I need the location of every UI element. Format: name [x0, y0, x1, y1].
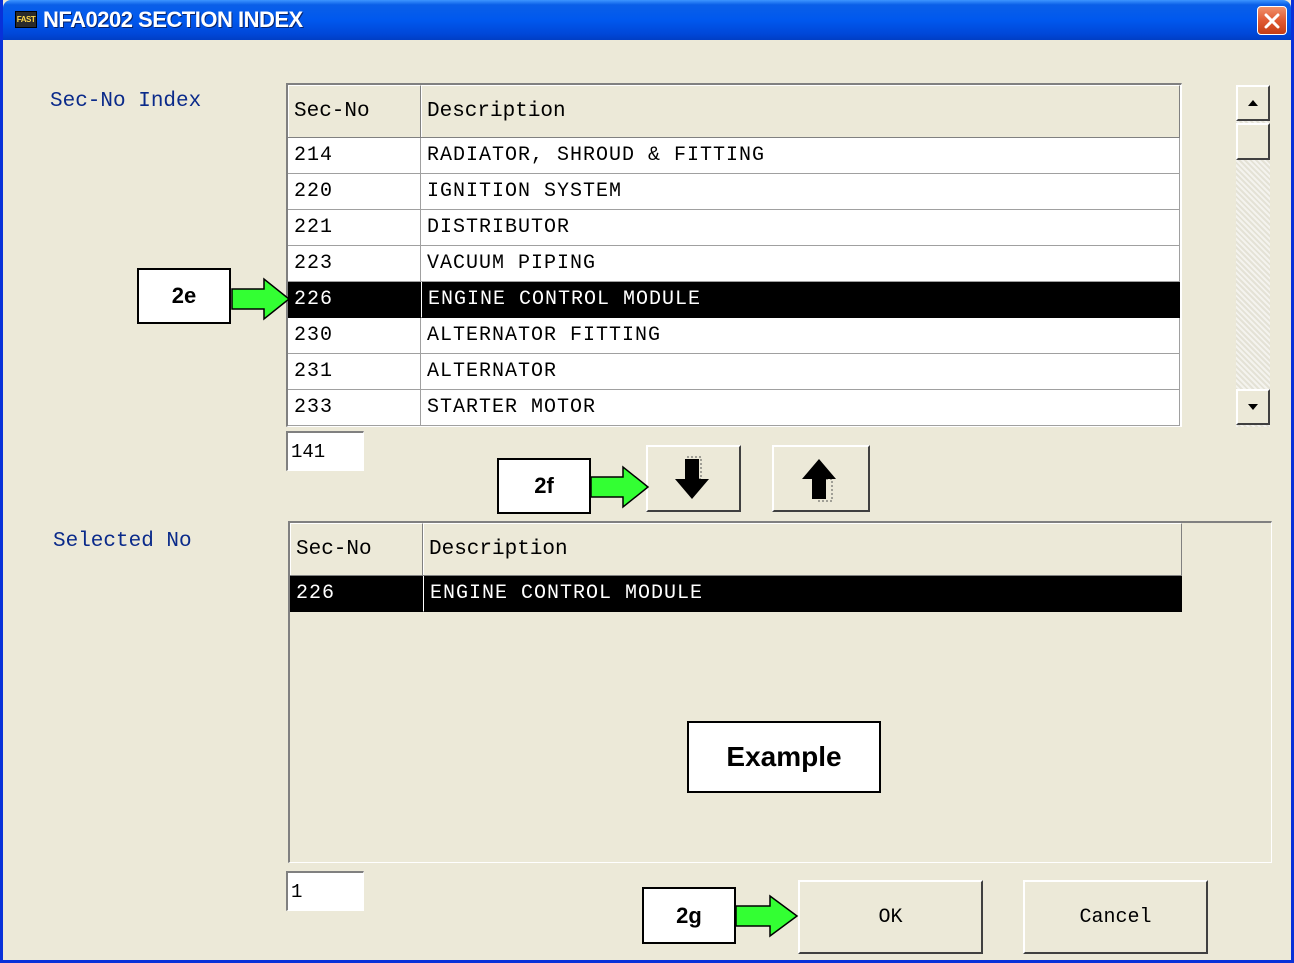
- selected-table-row[interactable]: 226 ENGINE CONTROL MODULE: [290, 576, 1182, 612]
- ok-button[interactable]: OK: [798, 880, 983, 954]
- index-count-field: 141: [286, 431, 364, 471]
- sec-no-index-grid[interactable]: Sec-No Description 214 RADIATOR, SHROUD &…: [286, 83, 1182, 427]
- title-bar[interactable]: FAST NFA0202 SECTION INDEX: [3, 0, 1291, 40]
- selected-grid-header: Sec-No Description: [290, 523, 1182, 576]
- sec-no-index-label: Sec-No Index: [50, 90, 202, 113]
- index-table-row[interactable]: 214 RADIATOR, SHROUD & FITTING: [288, 138, 1180, 174]
- example-label: Example: [687, 721, 881, 793]
- description-cell: VACUUM PIPING: [421, 246, 1180, 282]
- callout-step-2e: 2e: [137, 268, 231, 324]
- app-logo-icon: FAST: [15, 11, 37, 28]
- description-cell: ALTERNATOR: [421, 354, 1180, 390]
- sec-no-cell: 230: [288, 318, 421, 354]
- index-table-row[interactable]: 233 STARTER MOTOR: [288, 390, 1180, 426]
- close-icon: [1264, 13, 1280, 28]
- green-arrow-icon: [735, 894, 799, 938]
- description-cell: ENGINE CONTROL MODULE: [421, 282, 1180, 318]
- dialog-window: FAST NFA0202 SECTION INDEX Sec-No Index …: [0, 0, 1294, 963]
- sec-no-cell: 233: [288, 390, 421, 426]
- selected-column-header-sec-no[interactable]: Sec-No: [290, 523, 423, 575]
- selected-column-header-description[interactable]: Description: [423, 523, 1182, 575]
- column-header-sec-no[interactable]: Sec-No: [288, 85, 421, 137]
- grid-header: Sec-No Description: [288, 85, 1180, 138]
- index-table-row[interactable]: 231 ALTERNATOR: [288, 354, 1180, 390]
- index-table-row[interactable]: 230 ALTERNATOR FITTING: [288, 318, 1180, 354]
- description-cell: IGNITION SYSTEM: [421, 174, 1180, 210]
- index-table-row[interactable]: 221 DISTRIBUTOR: [288, 210, 1180, 246]
- index-table-row[interactable]: 220 IGNITION SYSTEM: [288, 174, 1180, 210]
- description-cell: ALTERNATOR FITTING: [421, 318, 1180, 354]
- add-selection-button[interactable]: [646, 445, 741, 512]
- scroll-down-icon: [1248, 404, 1258, 410]
- column-header-description[interactable]: Description: [421, 85, 1180, 137]
- arrow-up-icon: [802, 458, 836, 501]
- cancel-button[interactable]: Cancel: [1023, 880, 1208, 954]
- scroll-up-icon: [1248, 100, 1258, 106]
- callout-step-2f: 2f: [497, 458, 591, 514]
- green-arrow-icon: [231, 277, 291, 321]
- sec-no-cell: 220: [288, 174, 421, 210]
- selected-grid[interactable]: Sec-No Description 226 ENGINE CONTROL MOD…: [288, 521, 1272, 863]
- scroll-thumb[interactable]: [1236, 123, 1270, 160]
- sec-no-cell: 223: [288, 246, 421, 282]
- sec-no-cell: 231: [288, 354, 421, 390]
- scroll-down-button[interactable]: [1236, 389, 1270, 425]
- scroll-up-button[interactable]: [1236, 85, 1270, 121]
- selected-count-field: 1: [286, 871, 364, 911]
- remove-selection-button[interactable]: [772, 445, 870, 512]
- sec-no-cell: 226: [290, 576, 423, 612]
- callout-step-2g: 2g: [642, 887, 736, 944]
- green-arrow-icon: [590, 465, 650, 509]
- sec-no-cell: 221: [288, 210, 421, 246]
- sec-no-cell: 226: [288, 282, 421, 318]
- description-cell: STARTER MOTOR: [421, 390, 1180, 426]
- close-button[interactable]: [1257, 6, 1287, 35]
- arrow-down-icon: [674, 456, 709, 499]
- window-title: NFA0202 SECTION INDEX: [43, 7, 303, 32]
- description-cell: ENGINE CONTROL MODULE: [423, 576, 1182, 612]
- selected-no-label: Selected No: [53, 530, 192, 553]
- index-scrollbar[interactable]: [1236, 85, 1270, 427]
- description-cell: RADIATOR, SHROUD & FITTING: [421, 138, 1180, 174]
- index-table-row[interactable]: 223 VACUUM PIPING: [288, 246, 1180, 282]
- sec-no-cell: 214: [288, 138, 421, 174]
- description-cell: DISTRIBUTOR: [421, 210, 1180, 246]
- index-table-row[interactable]: 226 ENGINE CONTROL MODULE: [288, 282, 1180, 318]
